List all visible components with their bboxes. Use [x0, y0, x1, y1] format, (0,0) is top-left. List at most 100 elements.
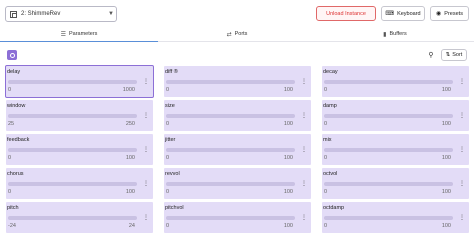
more-vertical-icon[interactable]: ⋮	[143, 181, 149, 187]
param-max: 250	[125, 121, 135, 127]
param-max: 100	[441, 223, 451, 229]
param-card[interactable]: size 0 100 ⋮	[164, 100, 311, 131]
more-vertical-icon[interactable]: ⋮	[143, 113, 149, 119]
instance-select[interactable]: 2: ShimmeRev ▼	[5, 6, 117, 22]
param-max: 100	[125, 155, 135, 161]
param-min: 0	[166, 155, 170, 161]
param-min: -24	[8, 223, 16, 229]
param-card[interactable]: octdamp 0 100 ⋮	[322, 202, 469, 233]
param-card[interactable]: delay 0 1000 ⋮	[5, 65, 154, 98]
param-slider[interactable]	[8, 80, 137, 84]
param-card[interactable]: mix 0 100 ⋮	[322, 134, 469, 165]
more-vertical-icon[interactable]: ⋮	[301, 113, 307, 119]
param-min: 0	[324, 121, 328, 127]
presets-label: Presets	[444, 10, 463, 17]
more-vertical-icon[interactable]: ⋮	[459, 113, 465, 119]
param-slider[interactable]	[324, 216, 453, 220]
sort-icon: ⇅	[445, 52, 451, 58]
param-max: 24	[128, 223, 135, 229]
sliders-icon: ☰	[60, 31, 66, 38]
param-slider[interactable]	[8, 182, 137, 186]
param-slider[interactable]	[166, 148, 295, 152]
param-name: pitch	[7, 205, 19, 211]
more-vertical-icon[interactable]: ⋮	[301, 147, 307, 153]
param-min: 25	[8, 121, 15, 127]
param-card[interactable]: chorus 0 100 ⋮	[6, 168, 153, 199]
more-vertical-icon[interactable]: ⋮	[143, 147, 149, 153]
tab-parameters-label: Parameters	[68, 31, 98, 37]
param-max: 100	[283, 223, 293, 229]
param-max: 100	[283, 87, 293, 93]
keyboard-button[interactable]: ⌨ Keyboard	[381, 6, 425, 21]
more-vertical-icon[interactable]: ⋮	[459, 79, 465, 85]
param-slider[interactable]	[166, 216, 295, 220]
param-name: revvol	[165, 171, 180, 177]
param-name: delay	[7, 69, 21, 75]
param-min: 0	[324, 189, 328, 195]
unload-instance-label: Unload Instance	[326, 10, 366, 17]
tab-bar: ☰ Parameters ⇄ Ports ▮ Buffers	[0, 27, 474, 42]
param-min: 0	[8, 189, 12, 195]
tab-buffers[interactable]: ▮ Buffers	[316, 27, 474, 41]
sort-label: Sort	[452, 52, 463, 58]
search-icon[interactable]: ⚲	[426, 50, 436, 60]
param-min: 0	[324, 223, 328, 229]
unload-instance-button[interactable]: Unload Instance	[316, 6, 376, 21]
param-slider[interactable]	[8, 148, 137, 152]
more-vertical-icon[interactable]: ⋮	[459, 147, 465, 153]
param-min: 0	[166, 87, 170, 93]
param-slider[interactable]	[324, 114, 453, 118]
tab-buffers-label: Buffers	[389, 31, 407, 37]
param-min: 0	[166, 189, 170, 195]
more-vertical-icon[interactable]: ⋮	[301, 181, 307, 187]
param-slider[interactable]	[8, 216, 137, 220]
param-card[interactable]: pitch -24 24 ⋮	[6, 202, 153, 233]
param-card[interactable]: decay 0 100 ⋮	[322, 66, 469, 97]
instance-icon	[10, 10, 17, 18]
param-card[interactable]: revvol 0 100 ⋮	[164, 168, 311, 199]
param-min: 0	[8, 155, 12, 161]
param-card[interactable]: jitter 0 100 ⋮	[164, 134, 311, 165]
param-card[interactable]: feedback 0 100 ⋮	[6, 134, 153, 165]
tab-ports[interactable]: ⇄ Ports	[158, 27, 316, 41]
more-vertical-icon[interactable]: ⋮	[301, 79, 307, 85]
sort-button[interactable]: ⇅ Sort	[441, 49, 467, 61]
param-card[interactable]: diff ® 0 100 ⋮	[164, 66, 311, 97]
presets-button[interactable]: ◉ Presets	[430, 6, 469, 21]
tab-parameters[interactable]: ☰ Parameters	[0, 27, 158, 42]
param-name: octvol	[323, 171, 338, 177]
param-name: feedback	[7, 137, 30, 143]
param-slider[interactable]	[324, 182, 453, 186]
param-card[interactable]: pitchvol 0 100 ⋮	[164, 202, 311, 233]
chevron-down-icon: ▼	[108, 11, 114, 17]
param-slider[interactable]	[166, 114, 295, 118]
param-max: 100	[125, 189, 135, 195]
param-min: 0	[166, 121, 170, 127]
more-vertical-icon[interactable]: ⋮	[143, 215, 149, 221]
more-vertical-icon[interactable]: ⋮	[459, 181, 465, 187]
param-name: pitchvol	[165, 205, 184, 211]
more-vertical-icon[interactable]: ⋮	[459, 215, 465, 221]
keyboard-icon: ⌨	[385, 11, 395, 17]
param-card[interactable]: octvol 0 100 ⋮	[322, 168, 469, 199]
param-max: 100	[283, 155, 293, 161]
more-vertical-icon[interactable]: ⋮	[143, 79, 149, 85]
param-name: diff ®	[165, 69, 178, 75]
param-min: 0	[166, 223, 170, 229]
param-slider[interactable]	[324, 148, 453, 152]
parameter-view-icon[interactable]	[7, 50, 17, 60]
param-name: size	[165, 103, 175, 109]
param-slider[interactable]	[324, 80, 453, 84]
param-name: damp	[323, 103, 337, 109]
param-max: 100	[283, 121, 293, 127]
param-min: 0	[8, 87, 12, 93]
param-card[interactable]: window 25 250 ⋮	[6, 100, 153, 131]
param-slider[interactable]	[166, 182, 295, 186]
param-max: 100	[441, 87, 451, 93]
param-slider[interactable]	[166, 80, 295, 84]
param-slider[interactable]	[8, 114, 137, 118]
param-name: jitter	[165, 137, 176, 143]
more-vertical-icon[interactable]: ⋮	[301, 215, 307, 221]
param-card[interactable]: damp 0 100 ⋮	[322, 100, 469, 131]
param-min: 0	[324, 155, 328, 161]
